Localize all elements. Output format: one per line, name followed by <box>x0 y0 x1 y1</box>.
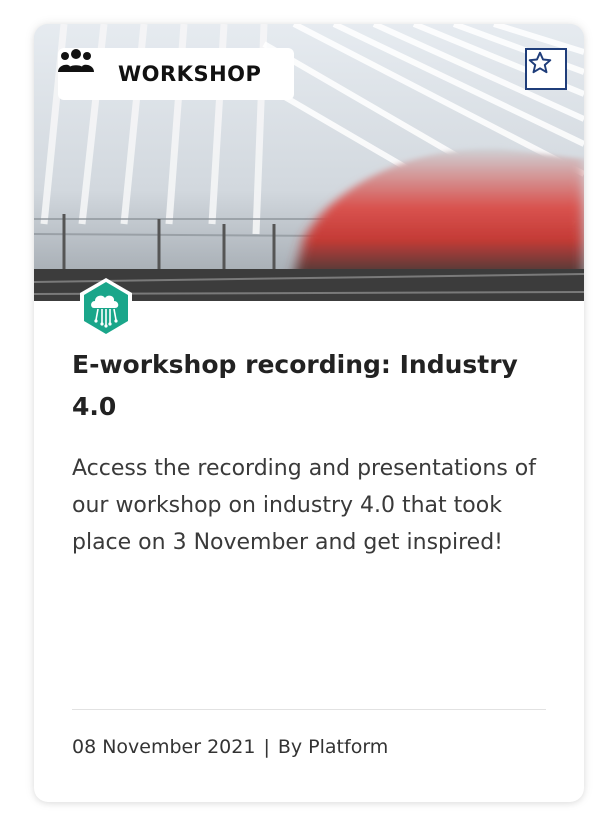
publish-date: 08 November 2021 <box>72 736 256 758</box>
content-card[interactable]: WORKSHOP E-workshop recording: Industry … <box>34 24 584 802</box>
author: By Platform <box>277 736 389 758</box>
divider <box>72 709 546 710</box>
content-type-badge: WORKSHOP <box>58 48 294 100</box>
cloud-circuit-icon <box>74 276 138 340</box>
meta-separator: | <box>263 736 270 758</box>
card-title[interactable]: E-workshop recording: Industry 4.0 <box>72 344 542 428</box>
favorite-button[interactable] <box>525 48 567 90</box>
card-meta: 08 November 2021 | By Platform <box>72 736 388 758</box>
star-outline-icon <box>528 51 552 74</box>
hero-image: WORKSHOP <box>34 24 584 301</box>
content-type-label: WORKSHOP <box>118 62 262 86</box>
group-icon <box>58 49 108 86</box>
card-description: Access the recording and presentations o… <box>72 456 536 555</box>
